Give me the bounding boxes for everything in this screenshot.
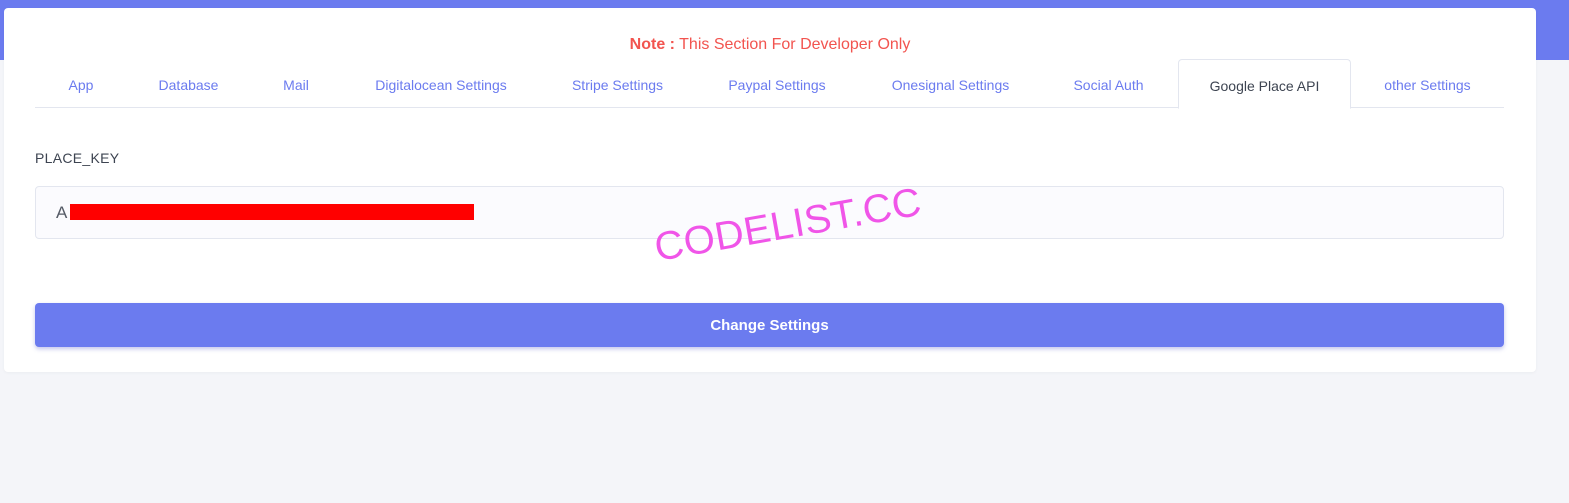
tab-google-place-api[interactable]: Google Place API <box>1178 59 1351 109</box>
tab-other-settings[interactable]: other Settings <box>1351 59 1504 108</box>
tab-onesignal-settings[interactable]: Onesignal Settings <box>859 59 1042 108</box>
notice-text: This Section For Developer Only <box>674 36 911 53</box>
tab-app[interactable]: App <box>35 59 127 108</box>
settings-card: Note : This Section For Developer Only A… <box>4 8 1536 372</box>
notice-label: Note : <box>629 36 675 53</box>
tab-social-auth[interactable]: Social Auth <box>1042 59 1175 108</box>
tab-paypal-settings[interactable]: Paypal Settings <box>695 59 859 108</box>
tab-stripe-settings[interactable]: Stripe Settings <box>540 59 695 108</box>
settings-tabs: App Database Mail Digitalocean Settings … <box>35 59 1504 109</box>
tab-mail[interactable]: Mail <box>250 59 342 108</box>
place-key-label: PLACE_KEY <box>35 150 120 166</box>
change-settings-button[interactable]: Change Settings <box>35 303 1504 347</box>
redaction-bar <box>70 204 474 220</box>
tab-database[interactable]: Database <box>127 59 250 108</box>
developer-notice: Note : This Section For Developer Only <box>4 36 1536 54</box>
place-key-value: A <box>56 203 68 222</box>
tab-digitalocean-settings[interactable]: Digitalocean Settings <box>342 59 540 108</box>
